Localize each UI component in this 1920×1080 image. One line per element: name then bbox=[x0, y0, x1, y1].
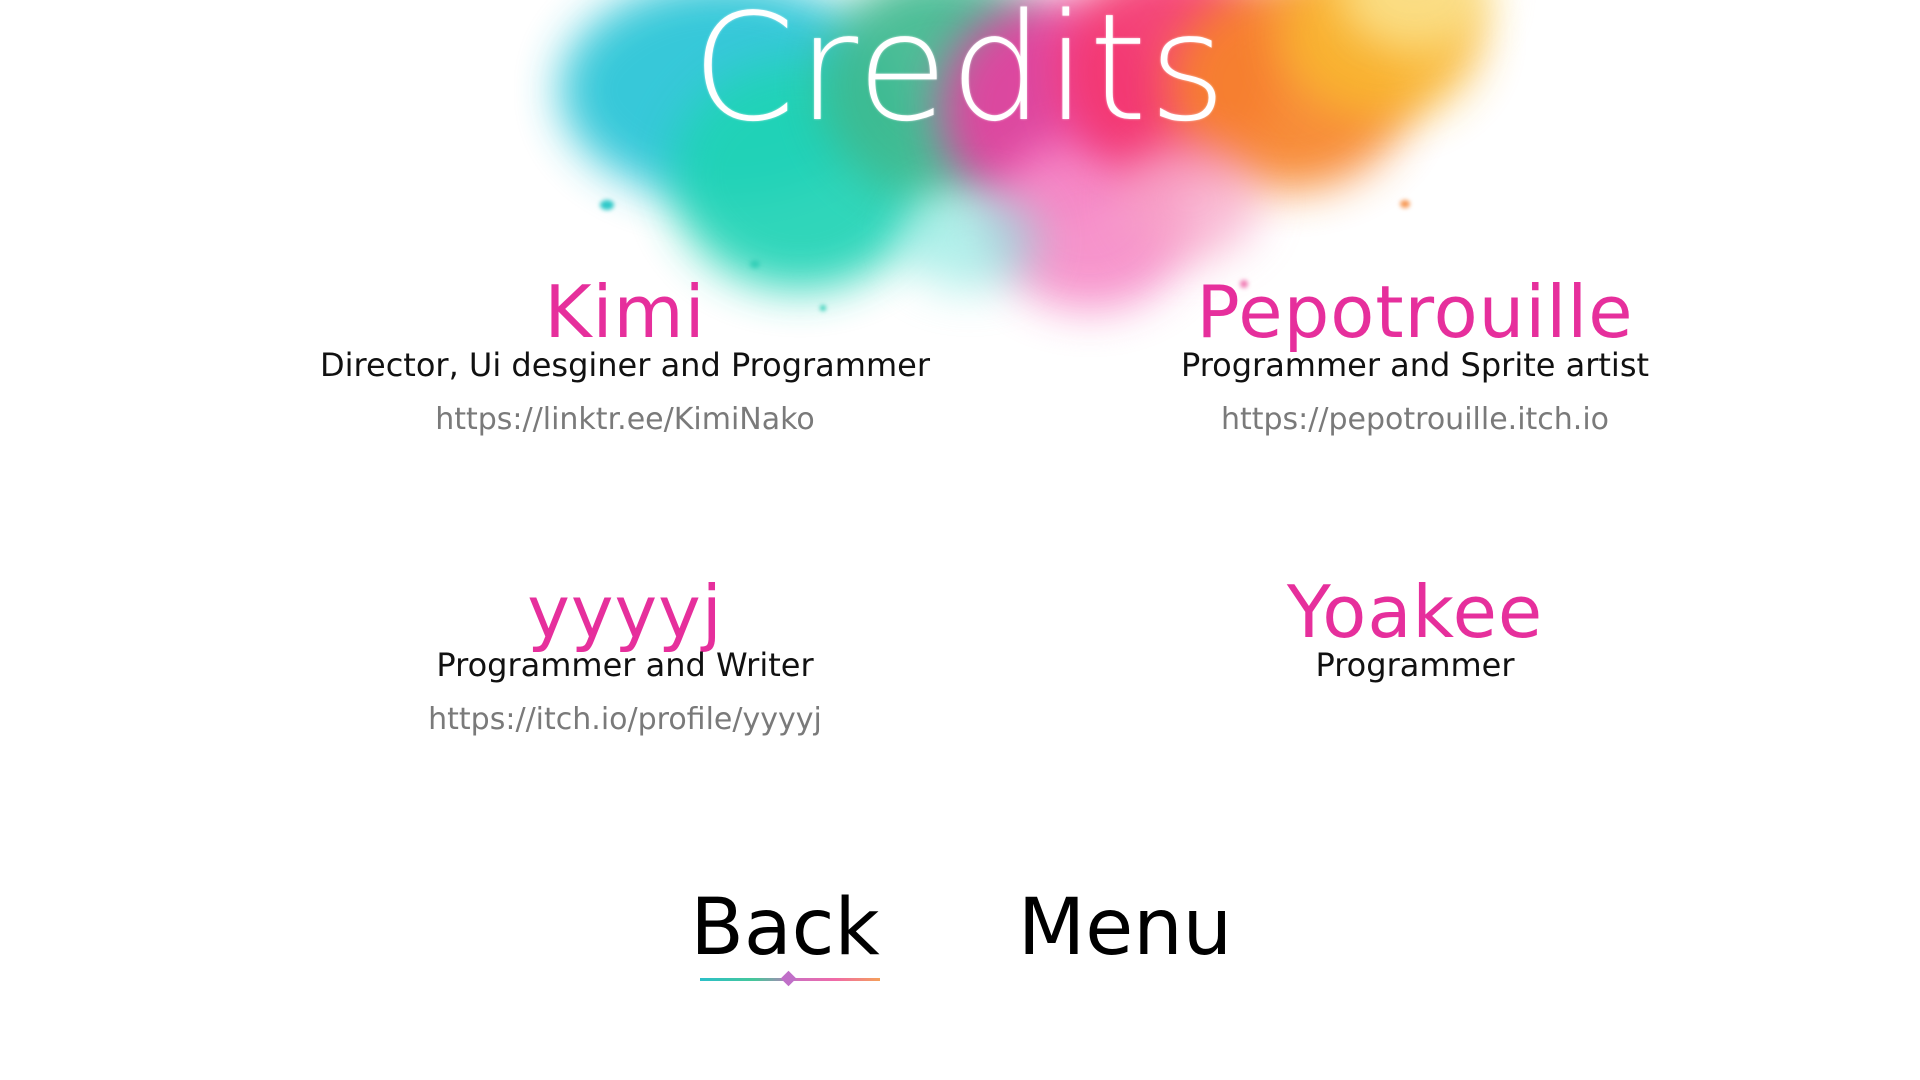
credit-role: Programmer bbox=[1315, 646, 1515, 684]
credit-name: Pepotrouille bbox=[1196, 270, 1634, 354]
credit-card-yyyyj: yyyyj Programmer and Writer https://itch… bbox=[265, 572, 985, 740]
credit-card-kimi: Kimi Director, Ui desginer and Programme… bbox=[265, 272, 985, 440]
credit-card-yoakee: Yoakee Programmer bbox=[1055, 572, 1775, 684]
credit-link[interactable]: https://itch.io/profile/yyyyj bbox=[265, 700, 985, 740]
selection-diamond-icon bbox=[780, 970, 797, 987]
credit-name: yyyyj bbox=[527, 570, 723, 654]
credit-role: Director, Ui desginer and Programmer bbox=[320, 346, 930, 384]
credit-role: Programmer and Sprite artist bbox=[1180, 346, 1650, 384]
back-button[interactable]: Back bbox=[690, 880, 880, 987]
menu-button[interactable]: Menu bbox=[1010, 880, 1240, 976]
credit-role: Programmer and Writer bbox=[436, 646, 814, 684]
credits-screen: Credits Kimi Director, Ui desginer and P… bbox=[0, 0, 1920, 1080]
credit-name: Yoakee bbox=[1286, 570, 1544, 654]
back-button-label: Back bbox=[690, 883, 880, 973]
menu-button-label: Menu bbox=[1017, 883, 1233, 973]
credit-link[interactable]: https://linktr.ee/KimiNako bbox=[265, 400, 985, 440]
credit-card-pepotrouille: Pepotrouille Programmer and Sprite artis… bbox=[1055, 272, 1775, 440]
credit-link[interactable]: https://pepotrouille.itch.io bbox=[1055, 400, 1775, 440]
page-title: Credits bbox=[691, 0, 1229, 154]
credit-name: Kimi bbox=[544, 270, 706, 354]
